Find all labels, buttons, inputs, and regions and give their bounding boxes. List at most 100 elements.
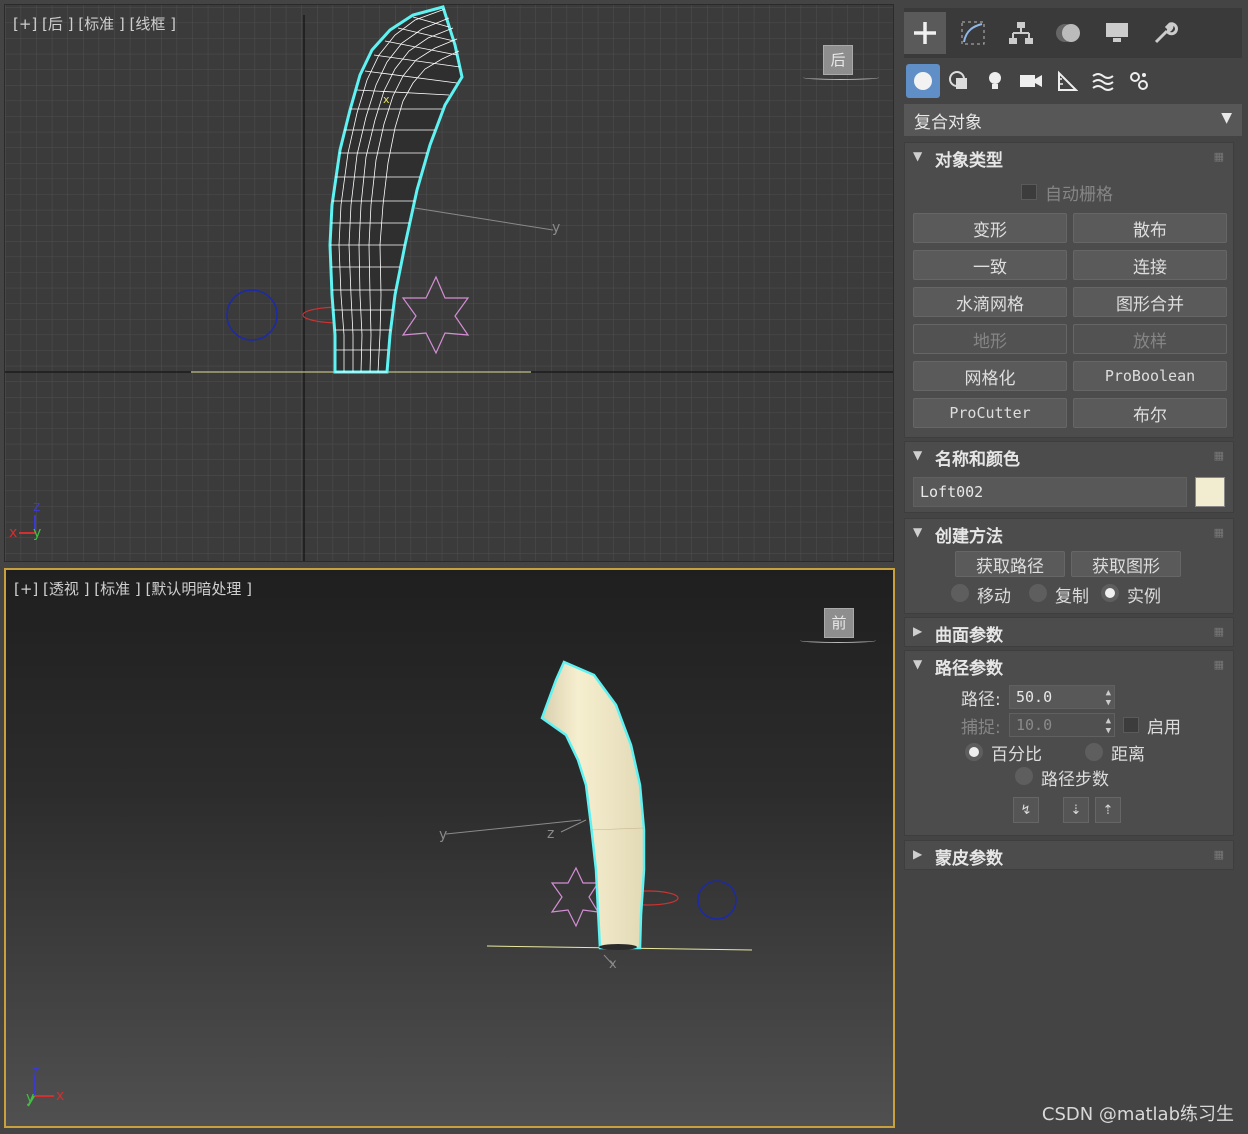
drag-grip-icon[interactable]: ▦ xyxy=(1214,658,1224,671)
instance-radio[interactable] xyxy=(1101,584,1119,602)
get-shape-button[interactable]: 获取图形 xyxy=(1071,551,1181,577)
path-label: 路径: xyxy=(961,690,1001,710)
collapse-triangle-icon: ▼ xyxy=(913,525,923,539)
snap-spinner[interactable]: 10.0 ▲ ▼ xyxy=(1009,713,1115,737)
snap-label: 捕捉: xyxy=(961,718,1001,738)
viewcube-front[interactable]: 前 xyxy=(798,604,882,646)
drag-grip-icon[interactable]: ▦ xyxy=(1214,526,1224,539)
rollout-object-type-header[interactable]: ▼ 对象类型 ▦ xyxy=(905,143,1233,173)
shapes-icon[interactable] xyxy=(942,64,976,98)
display-tab-icon[interactable] xyxy=(1096,12,1138,54)
spinner-arrows-icon[interactable]: ▲ ▼ xyxy=(1106,716,1111,736)
viewcube-back[interactable]: 后 xyxy=(801,41,885,81)
rollout-skin-params-header[interactable]: ▶ 蒙皮参数 ▦ xyxy=(905,841,1233,871)
pick-shape-icon[interactable]: ↯ xyxy=(1013,797,1039,823)
viewport-back[interactable]: y x [+] [后] [标准] [线框] 后 z x y xyxy=(4,4,894,562)
motion-tab-icon[interactable] xyxy=(1048,12,1090,54)
command-panel-tabs xyxy=(904,8,1242,58)
rollout-name-color-header[interactable]: ▼ 名称和颜色 ▦ xyxy=(905,442,1233,472)
viewport-perspective-canvas[interactable]: y z x xyxy=(6,570,893,1126)
rollout-skin-params: ▶ 蒙皮参数 ▦ xyxy=(904,840,1234,870)
path-value: 50.0 xyxy=(1016,688,1053,706)
path-steps-label: 路径步数 xyxy=(1041,770,1109,790)
axis-z-label: z xyxy=(32,1064,40,1080)
viewcube-face[interactable]: 前 xyxy=(824,608,854,638)
object-name-field[interactable]: Loft002 xyxy=(913,477,1187,507)
move-radio[interactable] xyxy=(951,584,969,602)
morph-button[interactable]: 变形 xyxy=(913,213,1067,243)
distance-radio[interactable] xyxy=(1085,743,1103,761)
boolean-button[interactable]: 布尔 xyxy=(1073,398,1227,428)
command-panel: 复合对象 ▼ ▼ 对象类型 ▦ 自动栅格 变形 散布 一致 连接 水滴网格 图形… xyxy=(900,0,1248,1134)
conform-button[interactable]: 一致 xyxy=(913,250,1067,280)
viewport-back-canvas[interactable]: y x xyxy=(5,5,894,562)
instance-label: 实例 xyxy=(1127,587,1161,607)
geometry-icon[interactable] xyxy=(906,64,940,98)
shapemerge-button[interactable]: 图形合并 xyxy=(1073,287,1227,317)
axis-x-label: x xyxy=(56,1088,65,1104)
drag-grip-icon[interactable]: ▦ xyxy=(1214,625,1224,638)
drag-grip-icon[interactable]: ▦ xyxy=(1214,150,1224,163)
percent-radio[interactable] xyxy=(965,743,983,761)
rollout-title: 路径参数 xyxy=(935,659,1003,679)
circle-shape-3d xyxy=(697,880,737,920)
rollout-surface-params-header[interactable]: ▶ 曲面参数 ▦ xyxy=(905,618,1233,648)
rollout-title: 对象类型 xyxy=(935,151,1003,171)
rollout-path-params-header[interactable]: ▼ 路径参数 ▦ xyxy=(905,651,1233,681)
viewcube-face[interactable]: 后 xyxy=(823,45,853,75)
create-tab-icon[interactable] xyxy=(904,12,946,54)
spinner-arrows-icon[interactable]: ▲ ▼ xyxy=(1106,688,1111,708)
utilities-tab-icon[interactable] xyxy=(1144,12,1186,54)
auto-grid-checkbox[interactable] xyxy=(1021,184,1037,200)
procutter-button[interactable]: ProCutter xyxy=(913,398,1067,428)
blobmesh-button[interactable]: 水滴网格 xyxy=(913,287,1067,317)
object-color-swatch[interactable] xyxy=(1195,477,1225,507)
path-steps-radio[interactable] xyxy=(1015,767,1033,785)
copy-label: 复制 xyxy=(1055,587,1089,607)
proboolean-button[interactable]: ProBoolean xyxy=(1073,361,1227,391)
svg-text:y: y xyxy=(552,220,560,236)
loft-button[interactable]: 放样 xyxy=(1073,324,1227,354)
scatter-button[interactable]: 散布 xyxy=(1073,213,1227,243)
rollout-creation-method-header[interactable]: ▼ 创建方法 ▦ xyxy=(905,519,1233,549)
terrain-button[interactable]: 地形 xyxy=(913,324,1067,354)
percent-label: 百分比 xyxy=(991,745,1042,765)
connect-button[interactable]: 连接 xyxy=(1073,250,1227,280)
viewcube-ring[interactable] xyxy=(803,75,879,80)
axis-z-label: z xyxy=(33,499,41,515)
rollout-object-type: ▼ 对象类型 ▦ 自动栅格 变形 散布 一致 连接 水滴网格 图形合并 地形 放… xyxy=(904,142,1234,438)
viewport-perspective[interactable]: y z x [+] [透视 ] [标准 ] [默认明暗处理 ] 前 z x y xyxy=(4,568,895,1128)
rollout-title: 创建方法 xyxy=(935,527,1003,547)
systems-icon[interactable] xyxy=(1122,64,1156,98)
viewport-back-label[interactable]: [+] [后 ] [标准 ] [线框 ] xyxy=(13,13,176,34)
viewport-perspective-label[interactable]: [+] [透视 ] [标准 ] [默认明暗处理 ] xyxy=(14,578,252,599)
category-dropdown-value: 复合对象 xyxy=(914,113,982,133)
path-spinner[interactable]: 50.0 ▲ ▼ xyxy=(1009,685,1115,709)
copy-radio[interactable] xyxy=(1029,584,1047,602)
drag-grip-icon[interactable]: ▦ xyxy=(1214,848,1224,861)
mesher-button[interactable]: 网格化 xyxy=(913,361,1067,391)
rollout-title: 蒙皮参数 xyxy=(935,849,1003,869)
cameras-icon[interactable] xyxy=(1014,64,1048,98)
previous-shape-icon[interactable]: ⇣ xyxy=(1063,797,1089,823)
drag-grip-icon[interactable]: ▦ xyxy=(1214,449,1224,462)
axis-y-label: y xyxy=(33,525,42,541)
space-warps-icon[interactable] xyxy=(1086,64,1120,98)
axis-y-label: y xyxy=(26,1090,35,1106)
svg-text:x: x xyxy=(383,93,390,106)
modify-tab-icon[interactable] xyxy=(952,12,994,54)
enable-snap-checkbox[interactable] xyxy=(1123,717,1139,733)
viewcube-ring[interactable] xyxy=(800,638,876,643)
rollout-title: 名称和颜色 xyxy=(935,450,1020,470)
category-dropdown[interactable]: 复合对象 ▼ xyxy=(904,104,1242,136)
hierarchy-tab-icon[interactable] xyxy=(1000,12,1042,54)
helpers-icon[interactable] xyxy=(1050,64,1084,98)
svg-text:y: y xyxy=(439,827,447,843)
watermark-text: CSDN @matlab练习生 xyxy=(1041,1104,1234,1125)
lights-icon[interactable] xyxy=(978,64,1012,98)
next-shape-icon[interactable]: ⇡ xyxy=(1095,797,1121,823)
get-path-button[interactable]: 获取路径 xyxy=(955,551,1065,577)
star-shape-3d xyxy=(550,866,600,928)
rollout-path-params: ▼ 路径参数 ▦ 路径: 50.0 ▲ ▼ 捕捉: 10.0 ▲ ▼ 启用 百分比 … xyxy=(904,650,1234,836)
collapse-triangle-icon: ▼ xyxy=(913,657,923,671)
